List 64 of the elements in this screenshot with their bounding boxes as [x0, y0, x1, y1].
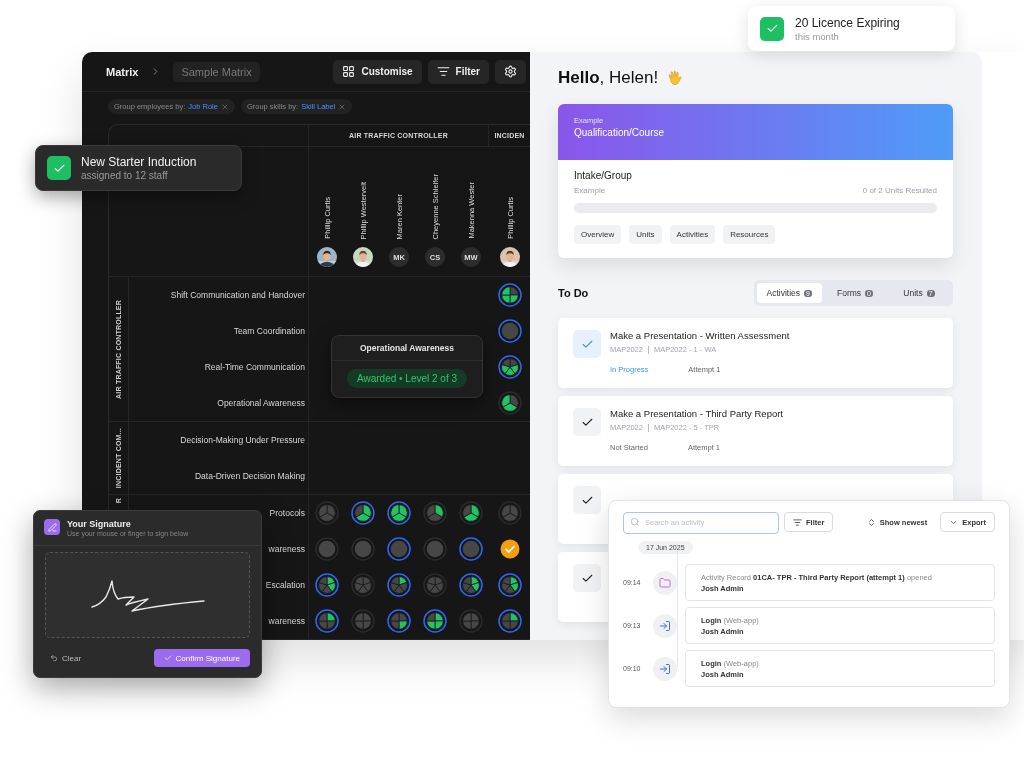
- skill-name: Escalation: [265, 580, 305, 590]
- skill-pie-icon[interactable]: [498, 573, 522, 597]
- skill-name: Operational Awareness: [217, 398, 305, 408]
- skill-name: Team Coordination: [233, 326, 305, 336]
- course-tab[interactable]: Resources: [723, 225, 776, 244]
- breadcrumb-current: Sample Matrix: [173, 61, 260, 82]
- notification-title: 20 Licence Expiring: [795, 15, 900, 30]
- notification-subtitle: assigned to 12 staff: [81, 170, 169, 181]
- completed-icon: [499, 538, 521, 560]
- tooltip-title: Operational Awareness: [332, 336, 482, 361]
- skill-name: wareness: [268, 544, 305, 554]
- breadcrumb-link[interactable]: Matrix: [106, 65, 139, 78]
- course-title: Qualification/Course: [574, 127, 666, 138]
- filter-icon: [793, 517, 802, 527]
- skill-name: Real-Time Communication: [204, 362, 305, 372]
- settings-button[interactable]: [495, 59, 526, 84]
- todo-title: Make a Presentation - Third Party Report: [610, 408, 783, 419]
- skill-pie-icon[interactable]: [387, 501, 411, 525]
- skill-pie-icon[interactable]: [423, 501, 447, 525]
- check-badge-icon: [760, 16, 784, 41]
- check-icon: [163, 654, 172, 662]
- grid-icon: [342, 65, 356, 78]
- skill-pie-icon[interactable]: [423, 609, 447, 633]
- pen-icon: [44, 519, 60, 535]
- notification-subtitle: this month: [795, 30, 840, 42]
- status-badge: Awarded • Level 2 of 3: [346, 369, 468, 388]
- course-tab[interactable]: Overview: [574, 225, 622, 244]
- waving-hand-icon: [666, 69, 685, 87]
- skill-pie-icon[interactable]: [498, 391, 522, 415]
- skill-pie-icon[interactable]: [315, 573, 339, 597]
- course-tab[interactable]: Activities: [669, 225, 716, 244]
- filter-icon: [436, 65, 450, 78]
- skill-pie-icon[interactable]: [387, 609, 411, 633]
- skill-name: Decision-Making Under Pressure: [180, 435, 305, 445]
- skill-pie-icon[interactable]: [315, 609, 339, 633]
- search-icon: [630, 517, 640, 527]
- check-badge-icon: [47, 156, 71, 180]
- skill-pie-icon[interactable]: [459, 573, 483, 597]
- confirm-button[interactable]: Confirm Signature: [153, 649, 250, 667]
- notification-title: New Starter Induction: [81, 155, 197, 169]
- skill-pie-icon[interactable]: [459, 501, 483, 525]
- section-title: To Do: [558, 287, 589, 299]
- course-tab[interactable]: Units: [629, 225, 662, 244]
- progress-text: 0 of 2 Units Resulted: [862, 186, 937, 195]
- skill-pie-icon[interactable]: [498, 609, 522, 633]
- undo-icon: [50, 654, 58, 662]
- customise-button[interactable]: Customise: [333, 59, 422, 84]
- greeting: Hello, Helen!: [558, 68, 659, 88]
- intake-name: Example: [574, 186, 606, 195]
- skill-name: Shift Communication and Handover: [170, 290, 305, 300]
- skill-pie-icon[interactable]: [351, 501, 375, 525]
- signature-title: Your Signature: [67, 519, 132, 529]
- skill-name: wareness: [268, 616, 305, 626]
- settings-icon: [504, 65, 517, 78]
- skill-name: Data-Driven Decision Making: [194, 471, 305, 481]
- skill-pie-icon[interactable]: [498, 283, 522, 307]
- clear-button[interactable]: Clear: [50, 653, 82, 663]
- todo-title: Make a Presentation - Written Assessment: [610, 330, 790, 341]
- skill-pie-icon[interactable]: [498, 355, 522, 379]
- intake-title: Intake/Group: [574, 170, 633, 181]
- sort-icon: [866, 517, 876, 527]
- skill-name: Protocols: [269, 508, 305, 518]
- skill-pie-icon[interactable]: [387, 573, 411, 597]
- filter-button[interactable]: Filter: [427, 59, 489, 84]
